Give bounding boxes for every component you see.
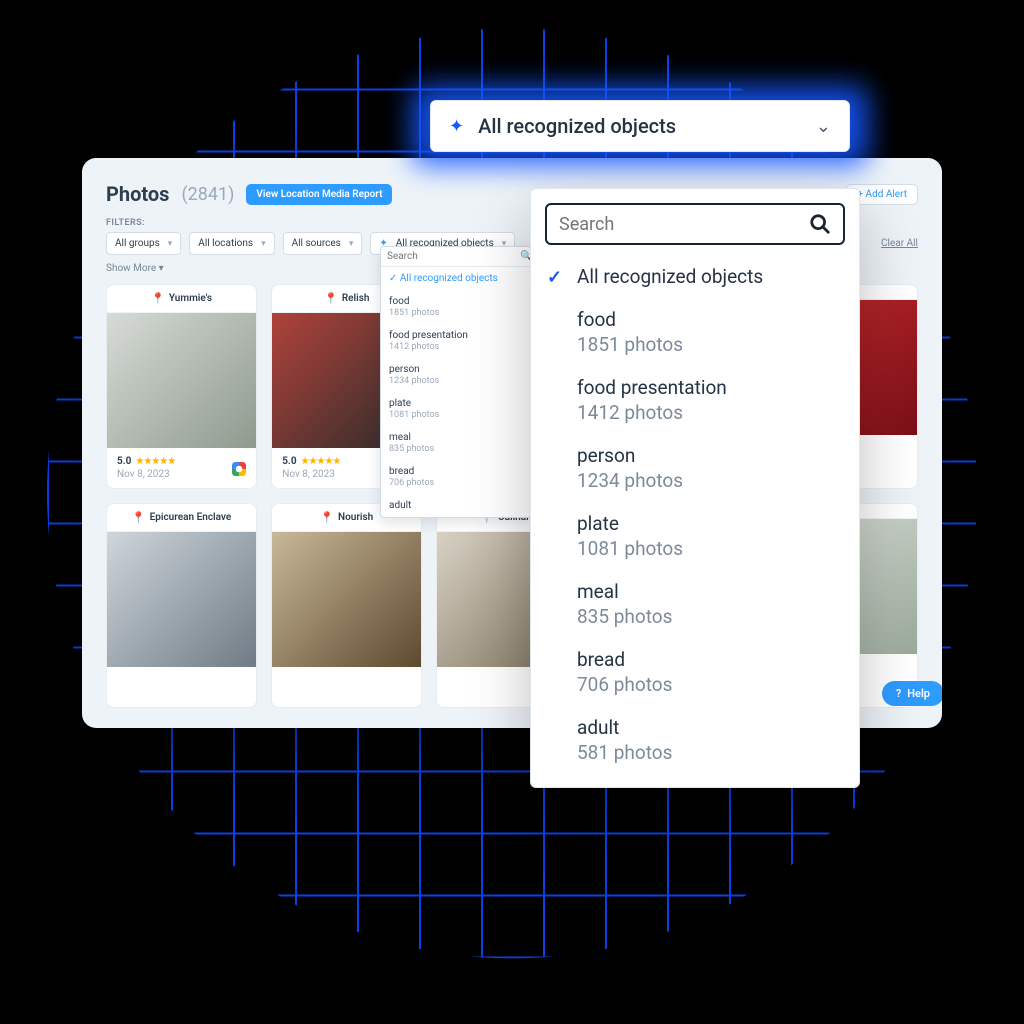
stars-icon: ★★★★★	[301, 456, 341, 467]
card-image	[107, 313, 256, 448]
card-image	[272, 532, 421, 667]
recognized-objects-dropdown-button[interactable]: ✦ All recognized objects ⌄	[430, 100, 850, 152]
chevron-down-icon: ▾	[168, 239, 173, 249]
big-option[interactable]: adult581 photos	[531, 706, 859, 774]
big-search[interactable]	[545, 203, 845, 245]
chevron-down-icon: ⌄	[816, 116, 831, 137]
big-option-selected[interactable]: All recognized objects	[531, 255, 859, 298]
chevron-down-icon: ▾	[349, 239, 354, 249]
big-option[interactable]: food presentation1412 photos	[531, 366, 859, 434]
map-pin-icon: 📍	[324, 292, 338, 305]
photo-card[interactable]: 📍Epicurean Enclave	[106, 503, 257, 708]
help-button[interactable]: ? Help	[882, 681, 942, 706]
photo-card[interactable]: 📍Yummie's 5.0★★★★★ Nov 8, 2023	[106, 284, 257, 489]
card-location: 📍Yummie's	[107, 285, 256, 313]
mini-option-selected[interactable]: All recognized objects	[381, 267, 531, 290]
map-pin-icon: 📍	[151, 292, 165, 305]
card-image	[107, 532, 256, 667]
big-option[interactable]: food1851 photos	[531, 298, 859, 366]
filter-sources[interactable]: All sources▾	[283, 232, 363, 255]
photo-count: (2841)	[181, 184, 234, 205]
clear-all-link[interactable]: Clear All	[881, 238, 918, 249]
big-option[interactable]: meal835 photos	[531, 570, 859, 638]
mini-option[interactable]: plate1081 photos	[381, 392, 531, 426]
chevron-down-icon: ▾	[261, 239, 266, 249]
chevron-down-icon: ▾	[159, 263, 164, 274]
mini-option[interactable]: food1851 photos	[381, 290, 531, 324]
filter-groups[interactable]: All groups▾	[106, 232, 181, 255]
big-option[interactable]: bread706 photos	[531, 638, 859, 706]
map-pin-icon: 📍	[132, 511, 146, 524]
mini-option[interactable]: person1234 photos	[381, 358, 531, 392]
big-option[interactable]: plate1081 photos	[531, 502, 859, 570]
recognized-objects-mini-popup: 🔍 All recognized objects food1851 photos…	[380, 246, 532, 518]
card-date: Nov 8, 2023	[117, 469, 246, 480]
big-search-input[interactable]	[559, 214, 799, 235]
card-footer: 5.0★★★★★ Nov 8, 2023	[107, 448, 256, 488]
photo-card[interactable]: 📍Nourish	[271, 503, 422, 708]
help-icon: ?	[896, 687, 901, 700]
card-footer	[272, 667, 421, 707]
card-rating: 5.0★★★★★	[117, 456, 246, 467]
big-option[interactable]: person1234 photos	[531, 434, 859, 502]
mini-option[interactable]: meal835 photos	[381, 426, 531, 460]
card-location: 📍Epicurean Enclave	[107, 504, 256, 532]
mini-option[interactable]: adult	[381, 494, 531, 517]
page-title: Photos	[106, 182, 169, 206]
sparkle-icon: ✦	[449, 116, 464, 137]
stars-icon: ★★★★★	[135, 456, 175, 467]
recognized-objects-popup: All recognized objects food1851 photosfo…	[530, 188, 860, 788]
view-report-button[interactable]: View Location Media Report	[246, 184, 392, 205]
mini-search-input[interactable]	[387, 251, 520, 262]
map-pin-icon: 📍	[320, 511, 334, 524]
mini-search[interactable]: 🔍	[381, 247, 531, 267]
search-icon	[809, 213, 831, 235]
mini-option[interactable]: bread706 photos	[381, 460, 531, 494]
card-footer	[107, 667, 256, 707]
filter-locations[interactable]: All locations▾	[189, 232, 274, 255]
google-logo-icon	[232, 462, 246, 476]
mini-option[interactable]: food presentation1412 photos	[381, 324, 531, 358]
